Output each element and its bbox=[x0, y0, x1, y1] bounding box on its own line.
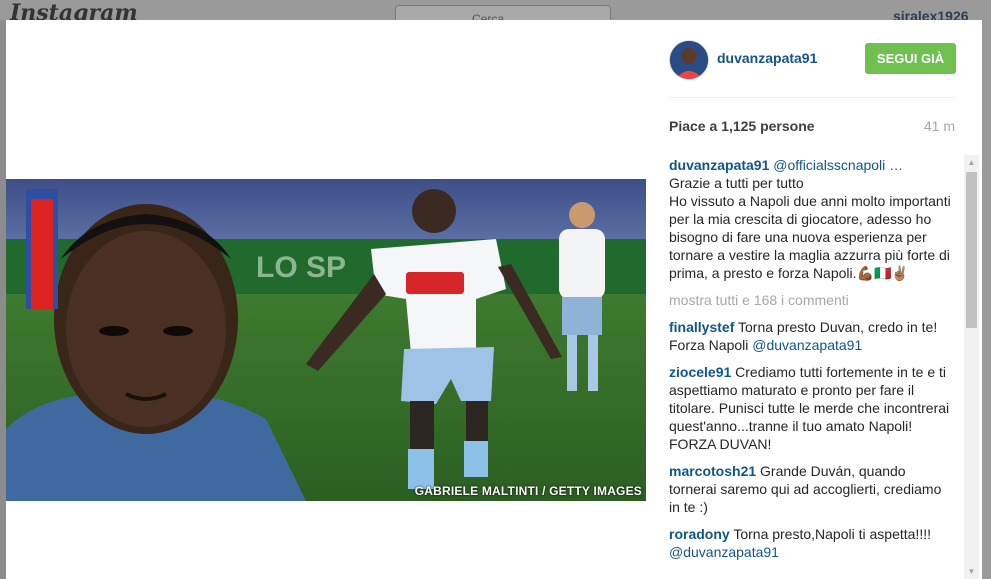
post-username[interactable]: duvanzapata91 bbox=[717, 50, 817, 66]
comment-item: ziocele91 Crediamo tutti fortemente in t… bbox=[669, 363, 955, 453]
scroll-up-arrow-icon[interactable]: ▲ bbox=[964, 155, 979, 170]
show-all-comments-link[interactable]: mostra tutti e 168 i commenti bbox=[669, 291, 955, 309]
comment-mention[interactable]: @duvanzapata91 bbox=[669, 544, 779, 560]
comment-text: Torna presto,Napoli ti aspetta!!!! bbox=[733, 526, 931, 542]
comments-scrollbar[interactable]: ▲ ▼ bbox=[964, 155, 979, 579]
avatar-icon bbox=[670, 41, 708, 79]
current-user-link[interactable]: siralex1926 bbox=[893, 8, 969, 20]
caption-mention[interactable]: @officialsscnapoli … bbox=[773, 157, 903, 173]
comments-list: duvanzapata91 @officialsscnapoli … Grazi… bbox=[669, 156, 955, 579]
comment-username[interactable]: roradony bbox=[669, 526, 730, 542]
comment-username[interactable]: ziocele91 bbox=[669, 364, 731, 380]
comment-username[interactable]: marcotosh21 bbox=[669, 463, 756, 479]
svg-text:LO SP: LO SP bbox=[256, 251, 346, 284]
caption-line: Grazie a tutti per tutto bbox=[669, 175, 804, 191]
comment-item: marcotosh21 Grande Duván, quando tornera… bbox=[669, 462, 955, 516]
photo-illustration: LO SP bbox=[6, 179, 646, 501]
post-sidebar: duvanzapata91 SEGUI GIÀ Piace a 1,125 pe… bbox=[669, 20, 969, 579]
post-time[interactable]: 41 m bbox=[924, 118, 955, 134]
comment-username[interactable]: finallystef bbox=[669, 319, 734, 335]
comment-item: roradony Torna presto,Napoli ti aspetta!… bbox=[669, 525, 955, 561]
caption: duvanzapata91 @officialsscnapoli … Grazi… bbox=[669, 156, 955, 282]
instagram-logo[interactable]: Instagram bbox=[10, 1, 138, 20]
avatar[interactable] bbox=[669, 40, 709, 80]
photo-area: LO SP GABRIELE MALTINTI / GETTY IMAGES bbox=[6, 20, 652, 579]
scroll-down-arrow-icon[interactable]: ▼ bbox=[964, 564, 979, 579]
caption-username[interactable]: duvanzapata91 bbox=[669, 157, 769, 173]
post-modal: LO SP GABRIELE MALTINTI / GETTY IMAGES d… bbox=[6, 20, 982, 579]
likes-count[interactable]: Piace a 1,125 persone bbox=[669, 118, 815, 134]
page-header: Instagram Cerca siralex1926 bbox=[0, 0, 991, 20]
follow-button[interactable]: SEGUI GIÀ bbox=[865, 43, 956, 74]
caption-line: Ho vissuto a Napoli due anni molto impor… bbox=[669, 193, 951, 281]
scroll-thumb[interactable] bbox=[966, 172, 977, 328]
photo-credit: GABRIELE MALTINTI / GETTY IMAGES bbox=[414, 484, 642, 498]
likes-row: Piace a 1,125 persone 41 m bbox=[669, 118, 955, 138]
post-photo[interactable]: LO SP GABRIELE MALTINTI / GETTY IMAGES bbox=[6, 179, 646, 501]
search-placeholder: Cerca bbox=[472, 12, 505, 20]
search-input[interactable]: Cerca bbox=[395, 5, 611, 20]
post-header: duvanzapata91 SEGUI GIÀ bbox=[669, 20, 956, 98]
comment-item: finallystef Torna presto Duvan, credo in… bbox=[669, 318, 955, 354]
comment-mention[interactable]: @duvanzapata91 bbox=[752, 337, 862, 353]
